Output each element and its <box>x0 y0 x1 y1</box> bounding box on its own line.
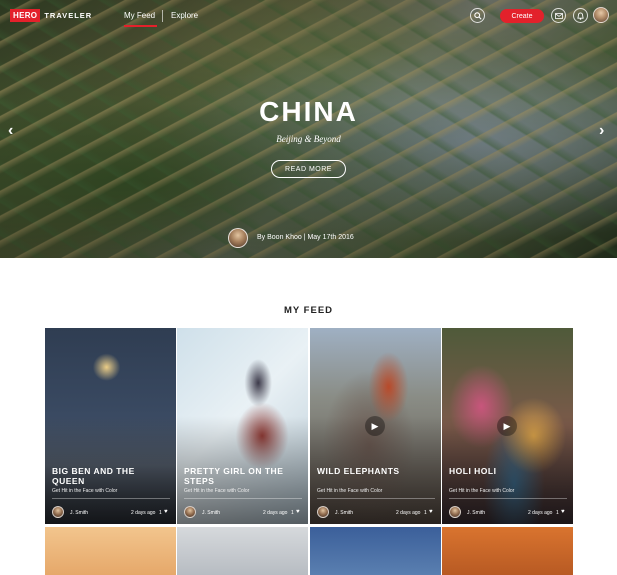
author-avatar[interactable] <box>228 228 248 248</box>
card-divider <box>52 498 170 499</box>
feed-card[interactable]: BIG BEN AND THE QUEEN Get Hit in the Fac… <box>45 328 176 524</box>
play-icon[interactable]: ▶ <box>365 416 385 436</box>
active-tab-indicator <box>124 25 157 27</box>
card-author[interactable]: J. Smith <box>70 510 88 516</box>
bell-icon[interactable] <box>573 8 588 23</box>
feed-card[interactable]: ▶ HOLI HOLI Get Hit in the Face with Col… <box>442 328 573 524</box>
top-nav: HERO TRAVELER My Feed Explore Create <box>0 0 617 30</box>
card-divider <box>184 498 302 499</box>
byline: By Boon Khoo | May 17th 2016 <box>257 234 354 241</box>
play-icon[interactable]: ▶ <box>497 416 517 436</box>
card-author[interactable]: J. Smith <box>202 510 220 516</box>
hero-overlay <box>0 0 617 258</box>
like-count: 1 <box>159 510 162 516</box>
feed-card-partial[interactable] <box>177 527 308 575</box>
card-timestamp: 2 days ago <box>131 510 156 516</box>
feed-card[interactable]: ▶ WILD ELEPHANTS Get Hit in the Face wit… <box>310 328 441 524</box>
heart-icon[interactable]: ♥ <box>429 509 433 515</box>
card-description: Get Hit in the Face with Color <box>52 488 118 494</box>
nav-my-feed[interactable]: My Feed <box>124 11 155 20</box>
logo[interactable]: HERO TRAVELER <box>10 9 92 22</box>
heart-icon[interactable]: ♥ <box>296 509 300 515</box>
card-title: HOLI HOLI <box>449 466 497 476</box>
logo-mark: HERO <box>10 9 41 22</box>
card-description: Get Hit in the Face with Color <box>317 488 383 494</box>
avatar[interactable] <box>449 506 461 518</box>
mail-icon[interactable] <box>551 8 566 23</box>
heart-icon[interactable]: ♥ <box>164 509 168 515</box>
feed-card-partial[interactable] <box>442 527 573 575</box>
heart-icon[interactable]: ♥ <box>561 509 565 515</box>
card-title: BIG BEN AND THE QUEEN <box>52 466 135 486</box>
avatar[interactable] <box>52 506 64 518</box>
read-more-button[interactable]: READ MORE <box>271 160 346 178</box>
card-title: WILD ELEPHANTS <box>317 466 400 476</box>
nav-explore[interactable]: Explore <box>171 11 198 20</box>
like-count: 1 <box>424 510 427 516</box>
card-overlay <box>177 328 308 524</box>
card-description: Get Hit in the Face with Color <box>184 488 250 494</box>
card-overlay <box>45 328 176 524</box>
create-button[interactable]: Create <box>500 9 544 23</box>
feed-card[interactable]: PRETTY GIRL ON THE STEPS Get Hit in the … <box>177 328 308 524</box>
search-icon[interactable] <box>470 8 485 23</box>
hero-title: CHINA <box>259 96 358 127</box>
card-author[interactable]: J. Smith <box>467 510 485 516</box>
card-divider <box>449 498 567 499</box>
avatar[interactable] <box>317 506 329 518</box>
card-title: PRETTY GIRL ON THE STEPS <box>184 466 284 486</box>
hero-subtitle: Beijing & Beyond <box>276 134 341 144</box>
avatar[interactable] <box>184 506 196 518</box>
like-count: 1 <box>556 510 559 516</box>
logo-text: TRAVELER <box>44 11 93 20</box>
card-description: Get Hit in the Face with Color <box>449 488 515 494</box>
feed-card-partial[interactable] <box>45 527 176 575</box>
card-author[interactable]: J. Smith <box>335 510 353 516</box>
card-timestamp: 2 days ago <box>263 510 288 516</box>
card-timestamp: 2 days ago <box>396 510 421 516</box>
feed-card-partial[interactable] <box>310 527 441 575</box>
card-divider <box>317 498 435 499</box>
nav-divider <box>162 10 163 22</box>
card-timestamp: 2 days ago <box>528 510 553 516</box>
like-count: 1 <box>291 510 294 516</box>
hero-banner: HERO TRAVELER My Feed Explore Create ‹ ›… <box>0 0 617 258</box>
section-title: MY FEED <box>283 305 334 316</box>
avatar[interactable] <box>593 7 609 23</box>
